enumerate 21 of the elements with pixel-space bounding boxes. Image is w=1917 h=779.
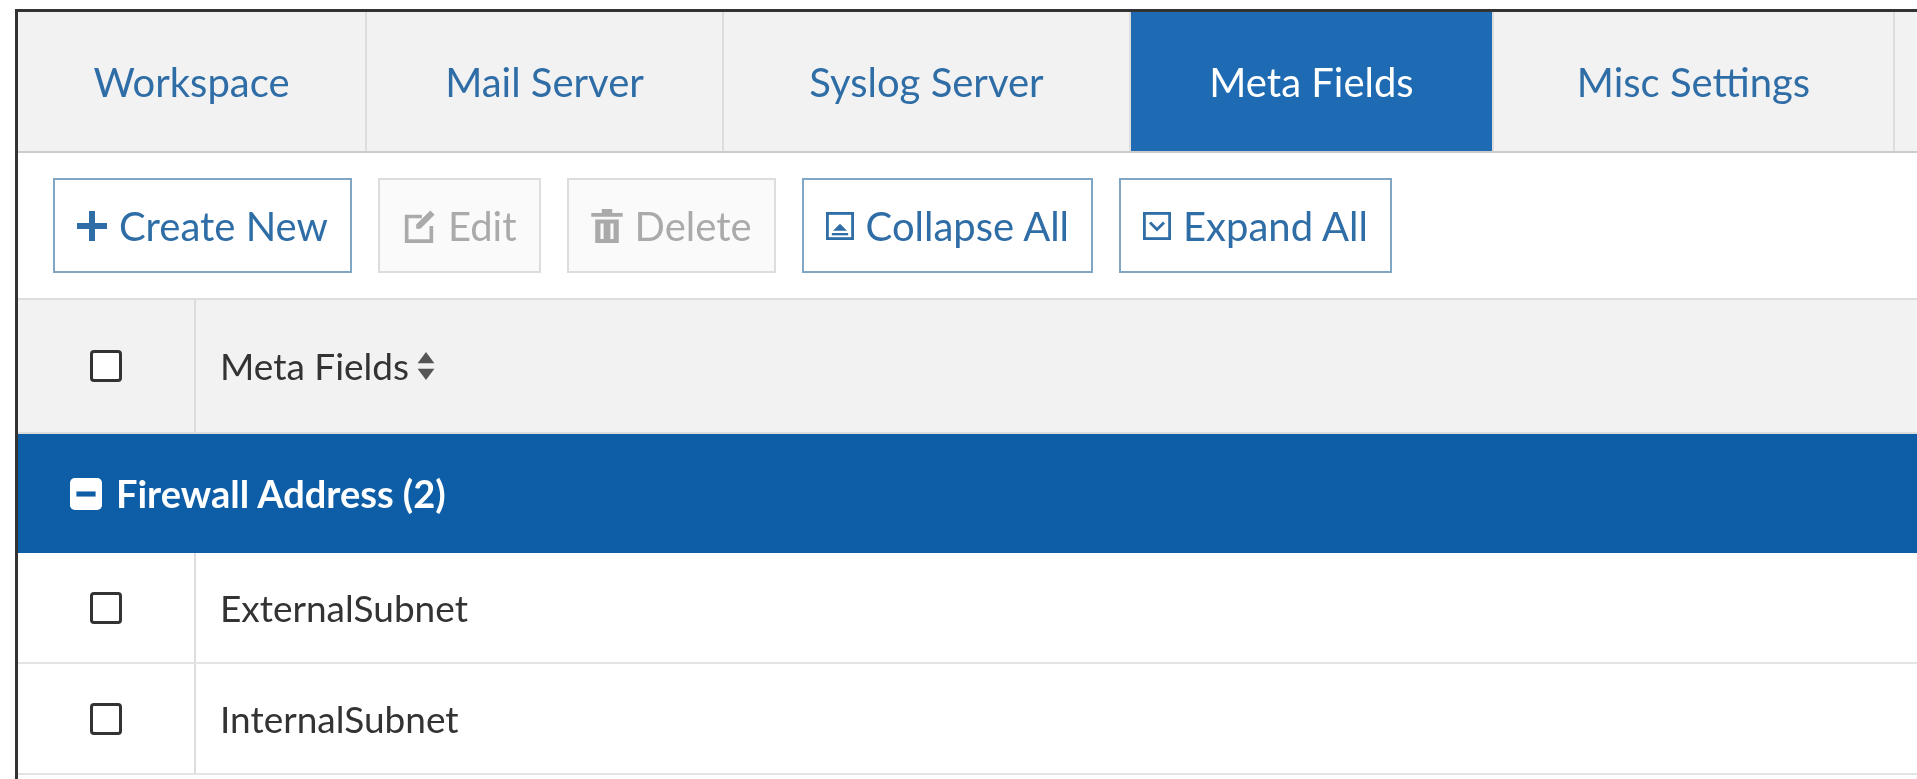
table-cell-text: ExternalSubnet — [220, 583, 468, 632]
plus-icon — [77, 210, 107, 241]
picture-frame-icon — [825, 211, 854, 240]
checkbox[interactable] — [90, 350, 122, 382]
dropdown-box-icon — [1143, 211, 1171, 240]
column-header[interactable]: Meta Fields — [220, 338, 410, 394]
toolbar-button[interactable]: Collapse All — [801, 178, 1093, 273]
group-label: Firewall Address (2) — [116, 469, 446, 518]
checkbox[interactable] — [90, 702, 122, 735]
checkbox[interactable] — [90, 591, 122, 624]
tab[interactable]: Misc Settings — [1494, 12, 1895, 151]
tab[interactable]: Meta Fields — [1131, 12, 1494, 151]
toolbar-button[interactable]: Expand All — [1119, 178, 1392, 273]
table-cell-text: InternalSubnet — [220, 694, 459, 743]
minus-box-icon[interactable] — [70, 477, 102, 510]
toolbar-button[interactable]: Create New — [53, 178, 352, 273]
sort-icon[interactable] — [417, 352, 436, 380]
group-row[interactable]: Firewall Address (2) — [18, 434, 1917, 553]
trash-icon — [590, 208, 623, 243]
tab[interactable]: Mail Server — [367, 12, 724, 151]
tab[interactable]: Workspace — [18, 12, 367, 151]
